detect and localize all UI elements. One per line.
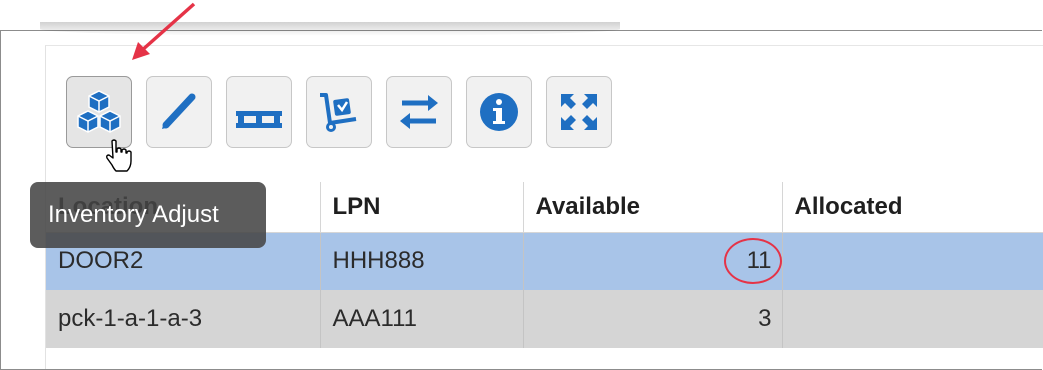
annotation-arrow-icon (132, 2, 196, 60)
edit-button[interactable] (146, 76, 212, 148)
annotation-circle (724, 238, 782, 284)
pencil-icon (162, 93, 196, 129)
hand-truck-button[interactable] (306, 76, 372, 148)
column-header-available[interactable]: Available (523, 182, 783, 233)
boxes-icon (77, 90, 121, 133)
expand-arrows-icon (561, 94, 597, 130)
column-header-allocated[interactable]: Allocated (782, 182, 1043, 233)
inventory-adjust-button[interactable] (66, 76, 132, 148)
info-button[interactable] (466, 76, 532, 148)
cell-allocated (782, 290, 1043, 348)
column-header-lpn[interactable]: LPN (320, 182, 524, 233)
cell-lpn: AAA111 (320, 290, 524, 348)
hand-cursor-icon (106, 139, 132, 172)
swap-arrows-icon (400, 95, 438, 129)
table-row[interactable]: pck-1-a-1-a-3 AAA111 3 (46, 290, 1043, 348)
expand-button[interactable] (546, 76, 612, 148)
cell-location: pck-1-a-1-a-3 (46, 290, 321, 348)
cell-available: 3 (523, 290, 783, 348)
pallet-icon (236, 111, 282, 128)
tooltip-text: Inventory Adjust (48, 201, 219, 228)
pallet-button[interactable] (226, 76, 292, 148)
tooltip: Inventory Adjust (30, 182, 266, 248)
info-icon (480, 93, 518, 131)
cell-allocated (782, 232, 1043, 290)
transfer-button[interactable] (386, 76, 452, 148)
hand-truck-icon (320, 93, 357, 132)
cell-lpn: HHH888 (320, 232, 524, 290)
